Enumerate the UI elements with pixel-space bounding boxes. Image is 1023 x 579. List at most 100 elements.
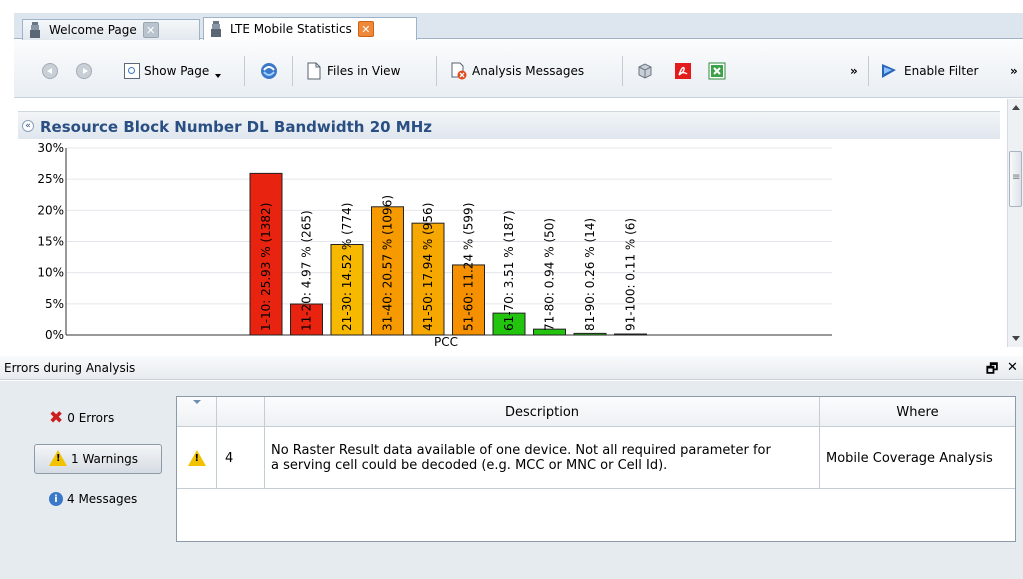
data-label: 61-70: 3.51 % (187) [502,210,516,331]
table-header: Description Where [177,397,1015,427]
back-arrow-icon [42,63,58,79]
dropdown-arrow-icon [215,74,222,78]
y-tick-label: 0% [45,328,64,342]
info-icon: i [49,492,63,506]
data-label: 1-10: 25.93 % (1382) [259,203,273,331]
column-header-where[interactable]: Where [820,397,1015,427]
toolbar-separator [292,56,293,86]
sort-indicator-icon [193,400,201,404]
errors-filter-button[interactable]: ✖ 0 Errors [34,403,162,433]
warning-icon: ! [187,450,206,466]
page-view-icon [124,63,140,79]
data-label: 91-100: 0.11 % (6) [624,218,638,331]
refresh-button[interactable] [259,60,279,82]
export-excel-button[interactable] [708,60,726,82]
messages-filter-label: 4 Messages [67,492,138,506]
toolbar-overflow-button[interactable]: » [850,60,858,82]
x-axis-label: PCC [434,335,458,347]
warnings-filter-button[interactable]: ! 1 Warnings [34,444,162,474]
window-top-strip [0,0,1023,13]
messages-filter-button[interactable]: i 4 Messages [34,484,162,514]
y-tick-label: 15% [37,235,64,249]
toolbar: Show Page Files in View Analysis Message… [14,40,1023,98]
scroll-down-icon[interactable] [1012,336,1020,341]
analysis-messages-icon [451,62,467,80]
restore-window-icon[interactable]: 🗗 [986,360,998,382]
errors-filter-label: 0 Errors [67,411,115,425]
chart-panel: « Resource Block Number DL Bandwidth 20 … [14,99,1007,347]
table-row[interactable]: ! 4 No Raster Result data available of o… [177,427,1015,489]
forward-button[interactable] [76,60,92,82]
bar [614,333,647,336]
close-icon[interactable]: ✕ [357,21,374,37]
y-tick-label: 25% [37,172,64,186]
excel-icon [708,62,726,80]
enable-filter-label: Enable Filter [904,64,979,78]
row-where-cell: Mobile Coverage Analysis [826,450,993,466]
messages-table: Description Where ! 4 No Raster Result d… [176,396,1016,542]
scroll-thumb[interactable] [1009,151,1022,207]
app-icon [210,21,222,37]
export-button[interactable] [636,60,654,82]
overflow-label: » [850,64,858,78]
column-header-number[interactable] [217,397,265,427]
errors-panel-title: Errors during Analysis [4,361,136,375]
collapse-icon[interactable]: « [22,120,34,132]
toolbar-separator [868,56,869,86]
close-icon[interactable]: ✕ [142,22,159,38]
files-in-view-label: Files in View [327,64,401,78]
data-label: 81-90: 0.26 % (14) [583,218,597,331]
export-pdf-button[interactable] [674,60,692,82]
warnings-filter-label: 1 Warnings [71,452,139,466]
toolbar-separator [622,56,623,86]
overflow-label: » [1010,64,1018,78]
error-x-icon: ✖ [49,408,64,428]
analysis-messages-button[interactable]: Analysis Messages [450,60,584,82]
bar [573,332,607,336]
back-button[interactable] [42,60,58,82]
chart-title: Resource Block Number DL Bandwidth 20 MH… [40,118,432,136]
errors-panel-header: Errors during Analysis 🗗 ✕ [0,356,1023,380]
show-page-label: Show Page [144,64,210,78]
tab-label: LTE Mobile Statistics [230,22,352,36]
tab-lte-mobile-statistics[interactable]: LTE Mobile Statistics ✕ [203,17,417,40]
row-icon-cell: ! [177,427,217,489]
y-tick-label: 10% [37,266,64,280]
row-description-cell: No Raster Result data available of one d… [265,427,820,489]
chart-header: « Resource Block Number DL Bandwidth 20 … [18,111,1000,139]
file-icon [307,62,321,80]
description-line: a serving cell could be decoded (e.g. MC… [271,458,668,473]
column-header-description[interactable]: Description [265,397,820,427]
close-panel-icon[interactable]: ✕ [1007,360,1018,375]
export-box-icon [638,63,652,79]
description-line: No Raster Result data available of one d… [271,443,771,458]
toolbar-overflow-button-2[interactable]: » [1010,60,1018,82]
data-label: 71-80: 0.94 % (50) [543,218,557,331]
filter-funnel-icon [882,64,896,78]
scroll-up-icon[interactable] [1012,105,1020,110]
y-tick-label: 30% [37,141,64,155]
data-label: 11-20: 4.97 % (265) [300,210,314,331]
bar-chart: 0% 5% 10% 15% 20% 25% 30% 1-10: 25.93 % (1382) 1… [37,141,832,347]
data-label: 51-60: 11.24 % (599) [462,203,476,331]
app-icon [29,22,41,38]
y-tick-label: 5% [45,297,64,311]
column-header-icon[interactable] [177,397,217,427]
chart-scrollbar[interactable] [1007,99,1023,347]
toolbar-separator [436,56,437,86]
show-page-button[interactable]: Show Page [124,60,222,82]
data-label: 21-30: 14.52 % (774) [340,203,354,331]
warning-icon: ! [49,449,67,469]
refresh-globe-icon [261,63,277,79]
tab-welcome-page[interactable]: Welcome Page ✕ [22,19,200,40]
tab-bar: Welcome Page ✕ LTE Mobile Statistics ✕ [14,13,1023,40]
data-label: 41-50: 17.94 % (956) [421,203,435,331]
enable-filter-button[interactable]: Enable Filter [880,60,978,82]
row-number-cell: 4 [217,427,265,489]
pdf-icon [675,63,691,79]
files-in-view-button[interactable]: Files in View [306,60,400,82]
y-tick-label: 20% [37,203,64,217]
forward-arrow-icon [76,63,92,79]
tab-label: Welcome Page [49,23,137,37]
analysis-messages-label: Analysis Messages [472,64,585,78]
